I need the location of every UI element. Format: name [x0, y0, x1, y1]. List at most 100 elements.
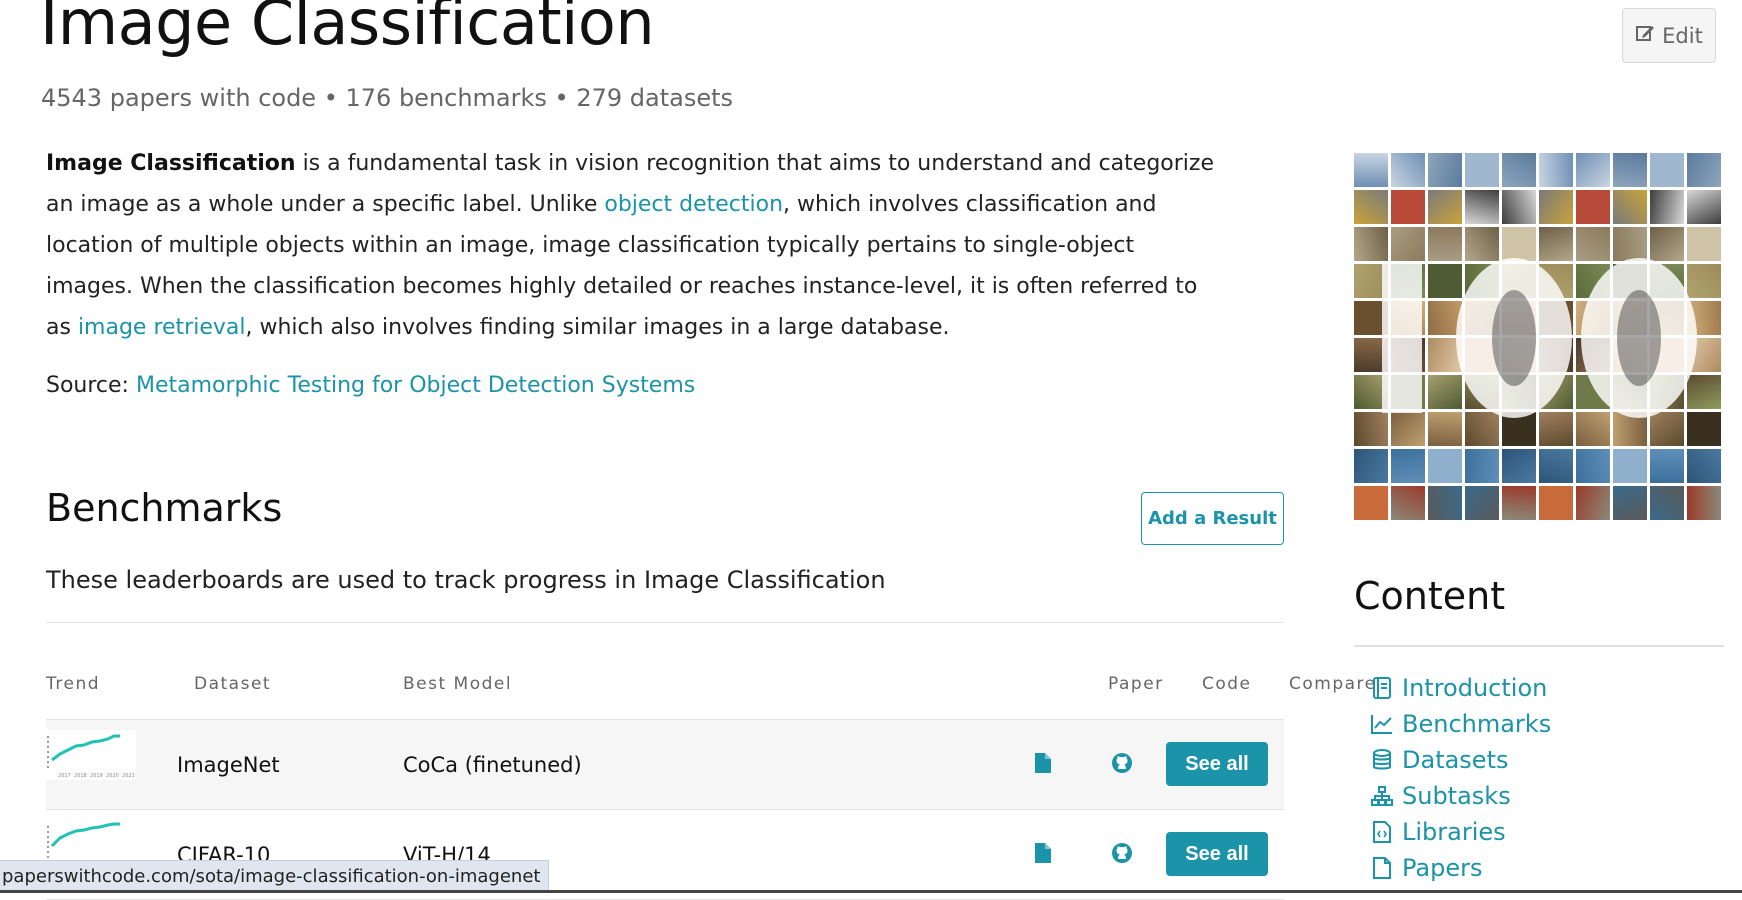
thumbnail-tile — [1465, 338, 1499, 372]
thumbnail-tile — [1391, 190, 1425, 224]
thumbnail-tile — [1687, 375, 1721, 409]
thumbnail-tile — [1539, 338, 1573, 372]
toc-link[interactable]: Datasets — [1402, 746, 1509, 774]
code-file-icon — [1370, 820, 1394, 844]
toc-link[interactable]: Papers — [1402, 854, 1482, 882]
toc-item-benchmarks[interactable]: Benchmarks — [1370, 706, 1551, 742]
content-heading: Content — [1354, 574, 1506, 618]
thumbnail-tile — [1354, 153, 1388, 187]
trend-axis-label: 2021 — [122, 773, 135, 779]
thumbnail-tile — [1465, 375, 1499, 409]
thumbnail-tile — [1687, 153, 1721, 187]
see-all-button[interactable]: See all — [1166, 832, 1268, 876]
thumbnail-tile — [1539, 486, 1573, 520]
thumbnail-tile — [1539, 264, 1573, 298]
thumbnail-tile — [1576, 449, 1610, 483]
edit-button-label: Edit — [1662, 23, 1703, 48]
thumbnail-tile — [1354, 301, 1388, 335]
toc-link[interactable]: Introduction — [1402, 674, 1547, 702]
paper-icon[interactable] — [1031, 750, 1055, 776]
best-model-name[interactable]: CoCa (finetuned) — [403, 753, 582, 777]
thumbnail-tile — [1539, 227, 1573, 261]
thumbnail-tile — [1650, 190, 1684, 224]
thumbnail-tile — [1650, 153, 1684, 187]
thumbnail-tile — [1502, 449, 1536, 483]
thumbnail-tile — [1650, 264, 1684, 298]
description-term: Image Classification — [46, 151, 296, 176]
thumbnail-tile — [1576, 338, 1610, 372]
thumbnail-tile — [1391, 412, 1425, 446]
thumbnail-tile — [1428, 153, 1462, 187]
thumbnail-tile — [1613, 375, 1647, 409]
thumbnail-tile — [1650, 412, 1684, 446]
benchmarks-count-link[interactable]: 176 benchmarks — [346, 84, 547, 112]
thumbnail-tile — [1687, 264, 1721, 298]
thumbnail-tile — [1465, 227, 1499, 261]
thumbnail-tile — [1650, 338, 1684, 372]
thumbnail-tile — [1687, 227, 1721, 261]
papers-count-link[interactable]: 4543 papers with code — [41, 84, 316, 112]
toc-item-libraries[interactable]: Libraries — [1370, 814, 1551, 850]
thumbnail-tile — [1391, 153, 1425, 187]
edit-button[interactable]: Edit — [1622, 8, 1716, 63]
thumbnail-tile — [1576, 412, 1610, 446]
thumbnail-tile — [1650, 449, 1684, 483]
toc-item-introduction[interactable]: Introduction — [1370, 670, 1551, 706]
thumbnail-tile — [1502, 264, 1536, 298]
object-detection-link[interactable]: object detection — [604, 192, 783, 217]
thumbnail-tile — [1576, 486, 1610, 520]
table-row[interactable]: 2017 2018 2019 2020 2021 ImageNet CoCa (… — [46, 720, 1284, 810]
thumbnail-tile — [1687, 449, 1721, 483]
source-paper-link[interactable]: Metamorphic Testing for Object Detection… — [136, 373, 695, 398]
book-icon — [1370, 676, 1394, 700]
thumbnail-tile — [1539, 153, 1573, 187]
thumbnail-tile — [1650, 301, 1684, 335]
thumbnail-tile — [1391, 375, 1425, 409]
browser-status-url: paperswithcode.com/sota/image-classifica… — [0, 860, 550, 892]
thumbnail-tile — [1502, 412, 1536, 446]
github-icon[interactable] — [1110, 840, 1134, 866]
thumbnail-tile — [1576, 301, 1610, 335]
toc-item-papers[interactable]: Papers — [1370, 850, 1551, 886]
benchmarks-subtitle: These leaderboards are used to track pro… — [46, 566, 886, 594]
toc-item-subtasks[interactable]: Subtasks — [1370, 778, 1551, 814]
page-title: Image Classification — [40, 0, 655, 59]
thumbnail-tile — [1465, 153, 1499, 187]
trend-axis-label: 2019 — [90, 773, 103, 779]
stats-separator: • — [546, 84, 577, 112]
toc-link[interactable]: Benchmarks — [1402, 710, 1551, 738]
toc-link[interactable]: Subtasks — [1402, 782, 1511, 810]
datasets-count-link[interactable]: 279 datasets — [576, 84, 733, 112]
see-all-button[interactable]: See all — [1166, 742, 1268, 786]
thumbnail-tile — [1576, 153, 1610, 187]
toc-item-datasets[interactable]: Datasets — [1370, 742, 1551, 778]
paper-icon[interactable] — [1031, 840, 1055, 866]
thumbnail-tile — [1539, 412, 1573, 446]
github-icon[interactable] — [1110, 750, 1134, 776]
thumbnail-tile — [1354, 264, 1388, 298]
thumbnail-tile — [1354, 190, 1388, 224]
thumbnail-tile — [1391, 227, 1425, 261]
add-result-button[interactable]: Add a Result — [1141, 492, 1284, 545]
thumbnail-tile — [1502, 190, 1536, 224]
thumbnail-tile — [1502, 301, 1536, 335]
task-thumbnail-image — [1354, 153, 1724, 521]
trend-sparkline[interactable]: 2017 2018 2019 2020 2021 — [46, 730, 136, 780]
thumbnail-tile — [1354, 227, 1388, 261]
toc-link[interactable]: Libraries — [1402, 818, 1506, 846]
thumbnail-tile — [1354, 338, 1388, 372]
thumbnail-tile — [1428, 375, 1462, 409]
divider — [1354, 645, 1724, 647]
thumbnail-tile — [1465, 301, 1499, 335]
task-stats: 4543 papers with code • 176 benchmarks •… — [41, 84, 733, 112]
dataset-name[interactable]: ImageNet — [177, 753, 280, 777]
thumbnail-tile — [1391, 338, 1425, 372]
image-retrieval-link[interactable]: image retrieval — [78, 315, 246, 340]
thumbnail-tile — [1428, 264, 1462, 298]
hierarchy-icon — [1370, 784, 1394, 808]
edit-icon — [1635, 23, 1655, 48]
thumbnail-tile — [1428, 190, 1462, 224]
thumbnail-tile — [1391, 301, 1425, 335]
thumbnail-tile — [1576, 227, 1610, 261]
source-label: Source: — [46, 373, 136, 398]
